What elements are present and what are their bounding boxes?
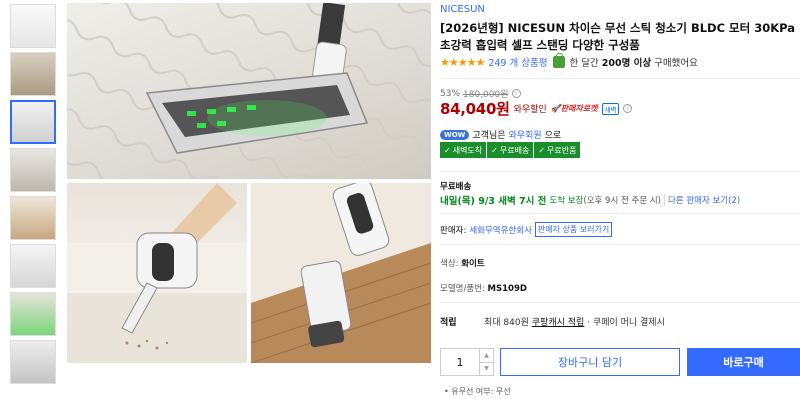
thumbnail-3-selected[interactable] bbox=[10, 100, 56, 144]
wireless-spec-note: • 유무선 여부: 무선 bbox=[444, 387, 511, 396]
benefit-badges: ✓ 새벽도착 ✓ 무료배송 ✓ 무료반품 bbox=[440, 142, 581, 158]
divider bbox=[440, 78, 800, 79]
arrival-guarantee: 도착 보장(오후 9시 전 주문 시) bbox=[549, 196, 661, 206]
sold-count-text: 한 달간 200명 이상 구매했어요 bbox=[569, 58, 698, 69]
divider bbox=[440, 171, 800, 172]
wow-member-link[interactable]: 와우회원 bbox=[509, 128, 542, 141]
thumbnail-1[interactable] bbox=[10, 4, 56, 48]
benefit-free-return: ✓ 무료반품 bbox=[538, 145, 577, 155]
review-count-link[interactable]: 249 개 상품평 bbox=[488, 55, 547, 69]
color-label: 색상: bbox=[440, 259, 459, 269]
points-text: 최대 840원 쿠팡캐시 적립 · 쿠페이 머니 결제시 bbox=[484, 318, 665, 328]
model-value: MS109D bbox=[487, 284, 527, 294]
thumbnail-7[interactable] bbox=[10, 292, 56, 336]
color-value: 화이트 bbox=[461, 259, 485, 269]
shipping-row: 내일(목) 9/3 새벽 7시 전 도착 보장(오후 9시 전 주문 시) 다른… bbox=[440, 193, 740, 207]
shopping-bag-icon bbox=[553, 53, 566, 68]
seller-rocket-badge: 🚀판매자로켓 bbox=[550, 104, 598, 113]
benefit-dawn-delivery: ✓ 새벽도착 bbox=[440, 142, 488, 158]
check-icon: ✓ bbox=[444, 145, 451, 155]
brand-link[interactable]: NICESUN bbox=[440, 4, 485, 15]
sale-price: 84,040원 bbox=[440, 100, 510, 118]
thumbnail-4[interactable] bbox=[10, 148, 56, 192]
thumbnail-2[interactable] bbox=[10, 52, 56, 96]
seller-name-link[interactable]: 세화무역유한회사 bbox=[469, 224, 532, 236]
quantity-arrows: ▲ ▼ bbox=[479, 349, 493, 375]
thumbnail-5[interactable] bbox=[10, 196, 56, 240]
wow-badge: WOW bbox=[440, 129, 470, 140]
info-icon[interactable]: i bbox=[511, 89, 521, 98]
increase-icon[interactable]: ▲ bbox=[480, 349, 493, 363]
image-handheld-on-sofa bbox=[67, 183, 247, 363]
thumbnail-list bbox=[10, 4, 58, 388]
divider bbox=[440, 244, 800, 245]
dawn-badge: 새벽 bbox=[601, 102, 620, 115]
seller-label: 판매자: bbox=[440, 225, 467, 236]
wow-discount-label: 와우할인 bbox=[513, 105, 547, 115]
info-icon[interactable]: i bbox=[623, 104, 633, 113]
shipping-title: 무료배송 bbox=[440, 182, 472, 192]
model-label: 모델명/품번: bbox=[440, 284, 485, 294]
product-image-gallery[interactable] bbox=[67, 3, 431, 363]
wow-member-row: WOW 고객님은 와우회원 으로 bbox=[440, 128, 561, 141]
thumbnail-8[interactable] bbox=[10, 340, 56, 384]
divider bbox=[440, 213, 800, 214]
quantity-stepper[interactable]: 1 ▲ ▼ bbox=[440, 348, 494, 376]
wow-text-suffix: 으로 bbox=[544, 131, 562, 141]
discount-percent: 53% bbox=[440, 88, 461, 99]
other-sellers-link[interactable]: 다른 판매자 보기(2) bbox=[663, 194, 740, 206]
points-label: 적립 bbox=[440, 318, 457, 328]
seller-products-button[interactable]: 판매자 상품 보러가기 bbox=[534, 222, 613, 237]
product-title: [2026년형] NICESUN 차이슨 무선 스틱 청소기 BLDC 모터 3… bbox=[440, 21, 795, 52]
seller-row: 판매자: 세화무역유한회사 판매자 상품 보러가기 bbox=[440, 222, 613, 237]
arrival-date: 내일(목) 9/3 새벽 7시 전 bbox=[440, 196, 547, 207]
quantity-input[interactable]: 1 bbox=[441, 349, 479, 375]
buy-now-button[interactable]: 바로구매 bbox=[687, 348, 800, 376]
image-crevice-tool-on-floor bbox=[251, 183, 431, 363]
coupang-cash-link[interactable]: 쿠팡캐시 적립 bbox=[532, 318, 585, 328]
star-rating-icon: ★★★★★ bbox=[440, 55, 485, 69]
main-image-vacuum-head-on-mattress bbox=[67, 3, 431, 179]
check-icon: ✓ bbox=[491, 145, 498, 155]
divider bbox=[440, 302, 800, 303]
rating-row: ★★★★★ 249 개 상품평 한 달간 200명 이상 구매했어요 bbox=[440, 53, 698, 69]
add-to-cart-button[interactable]: 장바구니 담기 bbox=[500, 348, 680, 376]
wow-text: 고객님은 bbox=[472, 131, 506, 141]
model-option: 모델명/품번: MS109D bbox=[440, 282, 527, 294]
benefit-free-shipping: ✓ 무료배송 bbox=[487, 142, 535, 158]
check-icon: ✓ bbox=[538, 145, 546, 155]
price-row: 84,040원 와우할인 🚀판매자로켓 새벽 i bbox=[440, 98, 633, 119]
decrease-icon[interactable]: ▼ bbox=[480, 363, 493, 376]
thumbnail-6[interactable] bbox=[10, 244, 56, 288]
color-option: 색상: 화이트 bbox=[440, 257, 485, 269]
points-row: 적립 최대 840원 쿠팡캐시 적립 · 쿠페이 머니 결제시 bbox=[440, 315, 665, 328]
